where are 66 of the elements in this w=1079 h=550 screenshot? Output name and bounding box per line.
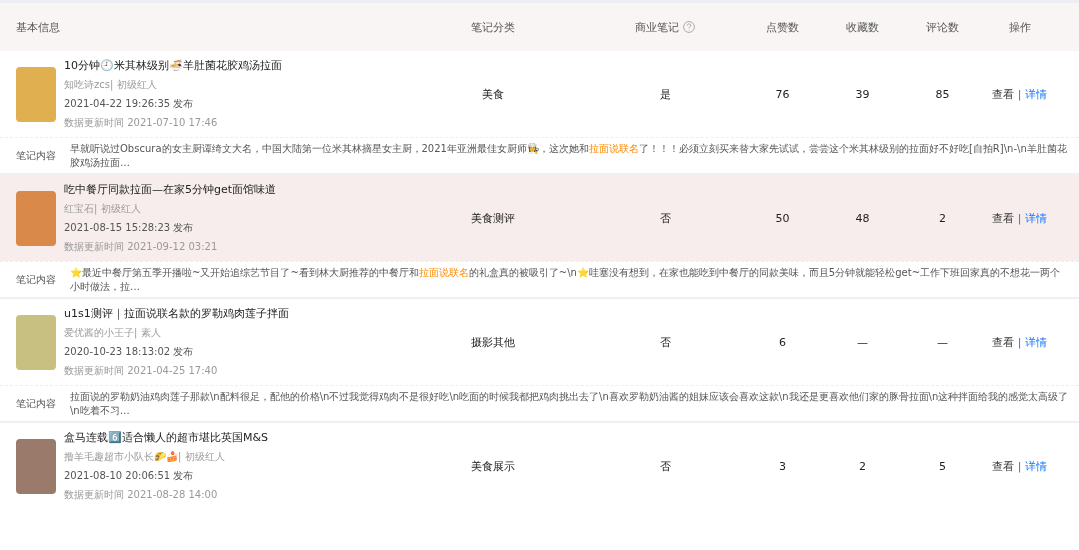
note-content: 拉面说的罗勒奶油鸡肉莲子那款\n配料很足，配他的价格\n不过我觉得鸡肉不是很好吃\n吃面的时候我都把鸡肉挑出去了\n喜欢罗勒奶油酱的姐妹应该会喜欢这款\n我还是更喜欢他们家的豚骨拉面\n这种拌面给我的感觉太高级了\n吃着不习… <box>70 390 1069 417</box>
author-name: 撸羊毛趣超市小队长🌮🍰| 初级红人 <box>64 450 226 464</box>
details-link[interactable]: 详情 <box>1025 458 1048 474</box>
note-content: ⭐最近中餐厅第五季开播啦~又开始追综艺节目了~看到林大厨推荐的中餐厅和拉面说联名的礼盒真的被吸引了~\n⭐哇塞没有想到，在家也能吃到中餐厅的同款美味，而且5分钟就能轻松get~工作下班回家真的不想花一两个小时做法，拉… <box>70 266 1061 293</box>
column-header: 操作 <box>1008 19 1031 35</box>
update-time: 数据更新时间 2021-07-10 17:46 <box>64 116 219 130</box>
publish-time: 2021-04-22 19:26:35 发布 <box>64 97 195 111</box>
help-icon[interactable] <box>683 21 695 33</box>
column-header: 商业笔记 <box>635 19 679 35</box>
view-link[interactable]: 查看 <box>991 210 1014 226</box>
column-header: 笔记分类 <box>470 19 515 35</box>
note-content: 早就听说过Obscura的女主厨谭绮文大名，中国大陆第一位米其林摘星女主厨，2021年亚洲最佳女厨师👩‍🍳，这次她和拉面说联名了！！！必须立刻买来替大家先试试，尝尝这个米其林级别的拉面好不好吃[自拍R]\n-\n羊肚菌花胶鸡汤拉面… <box>70 142 1068 169</box>
publish-time: 2021-08-10 20:06:51 发布 <box>64 469 195 483</box>
comments-cell-text: 85 <box>934 87 951 101</box>
commercial-cell-text: 否 <box>658 334 672 350</box>
likes-cell-text: 3 <box>778 459 787 473</box>
note-title[interactable]: 吃中餐厅同款拉面—在家5分钟get面馆味道 <box>64 182 277 197</box>
photo-placeholder <box>16 66 56 122</box>
note-title[interactable]: 10分钟🕘米其林级别🍜羊肚菌花胶鸡汤拉面 <box>64 58 282 73</box>
note-title[interactable]: u1s1测评｜拉面说联名款的罗勒鸡肉莲子拌面 <box>64 306 289 321</box>
publish-time: 2020-10-23 18:13:02 发布 <box>64 345 195 359</box>
details-link[interactable]: 详情 <box>1025 86 1048 102</box>
photo-placeholder <box>16 438 56 494</box>
category-cell-text: 美食测评 <box>469 210 516 226</box>
update-time: 数据更新时间 2021-09-12 03:21 <box>64 240 219 254</box>
author-name: 红宝石| 初级红人 <box>64 202 142 216</box>
favorites-cell-text: 2 <box>858 459 867 473</box>
view-link[interactable]: 查看 <box>991 334 1014 350</box>
view-link[interactable]: 查看 <box>991 86 1014 102</box>
author-name: 爱优酱的小王子| 素人 <box>64 326 162 340</box>
category-cell-text: 摄影其他 <box>469 334 516 350</box>
column-header: 评论数 <box>926 19 959 35</box>
publish-time: 2021-08-15 15:28:23 发布 <box>64 221 195 235</box>
comments-cell-text: — <box>936 335 949 349</box>
column-header: 收藏数 <box>846 19 879 35</box>
view-link[interactable]: 查看 <box>991 458 1014 474</box>
commercial-cell-text: 是 <box>658 86 672 102</box>
photo-placeholder <box>16 314 56 370</box>
favorites-cell-text: 39 <box>854 87 871 101</box>
separator: | <box>1017 335 1022 349</box>
separator: | <box>1017 211 1022 225</box>
comments-cell-text: 2 <box>938 211 947 225</box>
likes-cell-text: 6 <box>778 335 787 349</box>
author-name: 知吃诗zcs| 初级红人 <box>64 78 158 92</box>
comments-cell-text: 5 <box>938 459 947 473</box>
content-label: 笔记内容 <box>16 396 56 411</box>
photo-placeholder <box>16 190 56 246</box>
column-header: 点赞数 <box>766 19 799 35</box>
details-link[interactable]: 详情 <box>1025 334 1048 350</box>
favorites-cell-text: — <box>856 335 869 349</box>
likes-cell-text: 76 <box>774 87 791 101</box>
commercial-cell-text: 否 <box>658 458 672 474</box>
likes-cell-text: 50 <box>774 211 791 225</box>
favorites-cell-text: 48 <box>854 211 871 225</box>
category-cell-text: 美食展示 <box>469 458 516 474</box>
separator: | <box>1017 87 1022 101</box>
update-time: 数据更新时间 2021-08-28 14:00 <box>64 488 219 502</box>
details-link[interactable]: 详情 <box>1025 210 1048 226</box>
content-label: 笔记内容 <box>16 148 56 163</box>
column-header: 基本信息 <box>16 19 60 35</box>
content-label: 笔记内容 <box>16 272 56 287</box>
update-time: 数据更新时间 2021-04-25 17:40 <box>64 364 219 378</box>
category-cell-text: 美食 <box>480 86 505 102</box>
note-title[interactable]: 盒马连载6⃣适合懒人的超市堪比英国M&S <box>64 430 269 445</box>
commercial-cell-text: 否 <box>658 210 672 226</box>
separator: | <box>1017 459 1022 473</box>
